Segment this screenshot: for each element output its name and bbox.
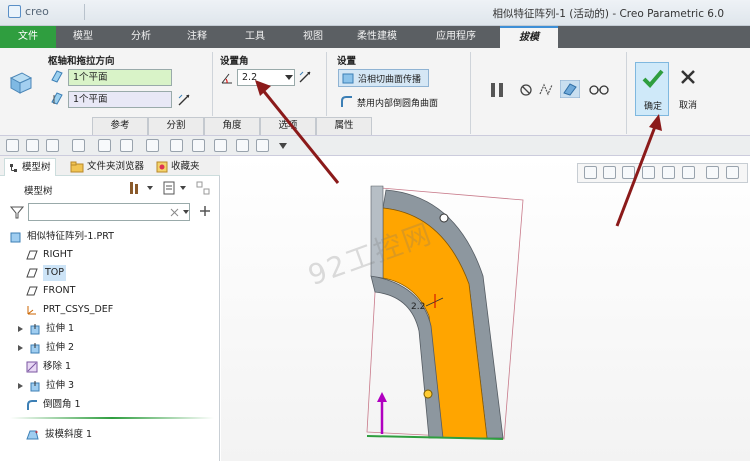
annotation-arrowhead [649,114,662,131]
annotation-arrow-angle [260,88,340,184]
annotation-arrowhead [255,80,271,96]
annotation-arrow-ok [615,123,658,227]
annotation-overlay [255,80,662,227]
